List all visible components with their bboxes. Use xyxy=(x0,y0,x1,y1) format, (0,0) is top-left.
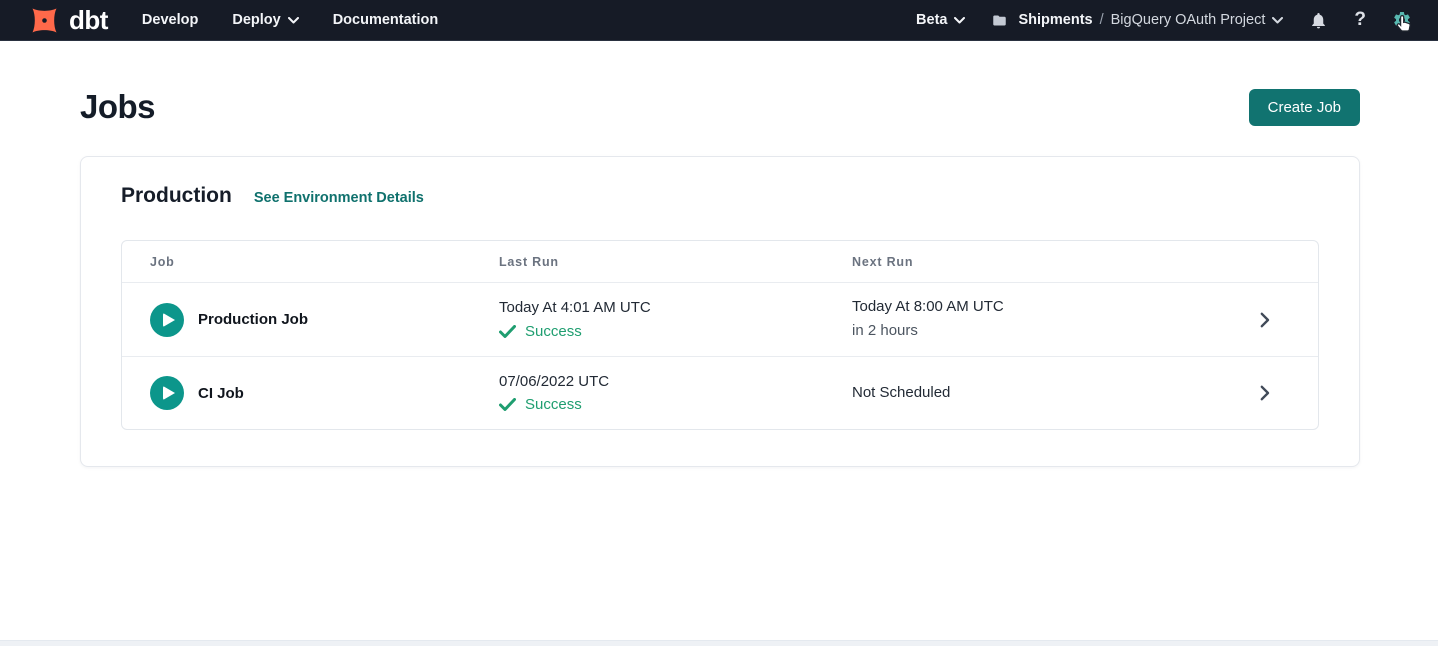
column-header-next-run: Next Run xyxy=(852,255,1246,269)
job-name: Production Job xyxy=(198,311,308,328)
row-open-button[interactable] xyxy=(1246,312,1318,328)
dbt-logo-text: dbt xyxy=(69,7,108,33)
next-run-time: Today At 8:00 AM UTC xyxy=(852,298,1246,317)
jobs-table: Job Last Run Next Run Production Job Tod… xyxy=(121,240,1319,430)
main-content: Jobs Create Job Production See Environme… xyxy=(0,41,1438,467)
dbt-logo[interactable]: dbt xyxy=(26,3,108,38)
create-job-button[interactable]: Create Job xyxy=(1249,89,1360,126)
chevron-down-icon xyxy=(1272,17,1283,24)
nav-item-deploy[interactable]: Deploy xyxy=(232,12,298,28)
nav-item-develop[interactable]: Develop xyxy=(142,12,198,28)
job-name: CI Job xyxy=(198,385,244,402)
play-icon xyxy=(163,313,175,327)
breadcrumb-project: BigQuery OAuth Project xyxy=(1111,12,1266,28)
status-badge: Success xyxy=(525,396,582,413)
job-row[interactable]: CI Job 07/06/2022 UTC Success Not Schedu… xyxy=(122,356,1318,429)
page-title: Jobs xyxy=(80,88,155,126)
last-run-time: 07/06/2022 UTC xyxy=(499,373,852,392)
bell-icon xyxy=(1309,11,1328,30)
nav-item-documentation[interactable]: Documentation xyxy=(333,12,439,28)
folder-icon xyxy=(991,13,1008,28)
environment-name: Production xyxy=(121,184,232,208)
dbt-logo-icon xyxy=(26,3,63,38)
run-job-button[interactable] xyxy=(150,376,184,410)
notifications-button[interactable] xyxy=(1309,11,1328,30)
beta-dropdown[interactable]: Beta xyxy=(916,12,965,28)
job-row[interactable]: Production Job Today At 4:01 AM UTC Succ… xyxy=(122,283,1318,356)
last-run-time: Today At 4:01 AM UTC xyxy=(499,299,852,318)
settings-button[interactable] xyxy=(1392,10,1412,30)
next-run-time: Not Scheduled xyxy=(852,384,1246,403)
row-open-button[interactable] xyxy=(1246,385,1318,401)
bottom-strip xyxy=(0,640,1438,646)
chevron-right-icon xyxy=(1260,312,1270,328)
breadcrumb-separator: / xyxy=(1100,12,1104,28)
status-badge: Success xyxy=(525,323,582,340)
chevron-down-icon xyxy=(288,17,299,24)
gear-icon xyxy=(1392,10,1412,30)
project-switcher[interactable]: Shipments / BigQuery OAuth Project xyxy=(991,12,1283,28)
chevron-down-icon xyxy=(954,17,965,24)
play-icon xyxy=(163,386,175,400)
environment-card: Production See Environment Details Job L… xyxy=(80,156,1360,467)
help-button[interactable]: ? xyxy=(1354,9,1366,31)
help-icon: ? xyxy=(1354,9,1366,31)
breadcrumb-account: Shipments xyxy=(1018,12,1092,28)
jobs-table-header: Job Last Run Next Run xyxy=(122,241,1318,283)
next-run-relative: in 2 hours xyxy=(852,322,1246,341)
see-environment-details-link[interactable]: See Environment Details xyxy=(254,190,424,206)
chevron-right-icon xyxy=(1260,385,1270,401)
run-job-button[interactable] xyxy=(150,303,184,337)
check-icon xyxy=(499,325,516,338)
column-header-last-run: Last Run xyxy=(499,255,852,269)
check-icon xyxy=(499,398,516,411)
top-nav: dbt Develop Deploy Documentation Beta Sh… xyxy=(0,0,1438,41)
column-header-job: Job xyxy=(122,255,499,269)
